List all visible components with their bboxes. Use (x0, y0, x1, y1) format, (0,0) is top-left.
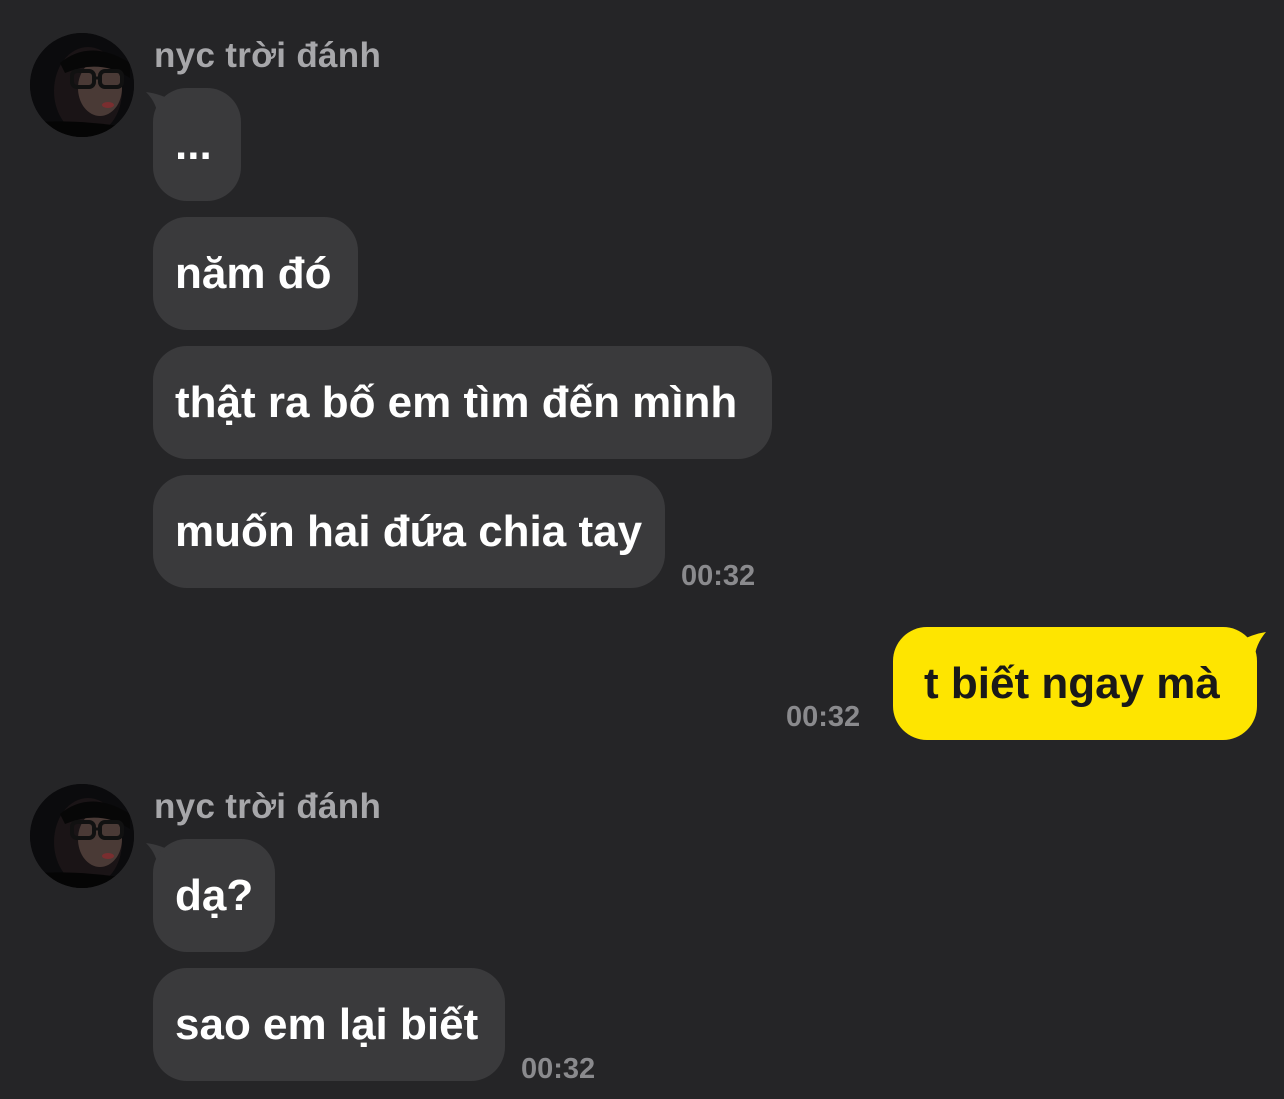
incoming-message-bubble[interactable]: ... (153, 88, 241, 201)
incoming-message-bubble[interactable]: muốn hai đứa chia tay (153, 475, 665, 588)
incoming-message-bubble[interactable]: thật ra bố em tìm đến mình (153, 346, 772, 459)
bubble-tail (1234, 632, 1266, 664)
chat-screen: nyc trời đánh ... năm đó thật ra bố em t… (0, 0, 1284, 1099)
sender-avatar[interactable] (30, 33, 134, 137)
sender-name: nyc trời đánh (154, 36, 382, 75)
sender-avatar[interactable] (30, 784, 134, 888)
outgoing-message-bubble[interactable]: t biết ngay mà (893, 627, 1257, 740)
sender-name: nyc trời đánh (154, 787, 382, 826)
avatar-photo (30, 33, 134, 137)
message-timestamp: 00:32 (521, 1053, 596, 1085)
message-timestamp: 00:32 (681, 560, 756, 592)
incoming-message-bubble[interactable]: sao em lại biết (153, 968, 505, 1081)
avatar-photo (30, 784, 134, 888)
incoming-message-bubble[interactable]: năm đó (153, 217, 358, 330)
message-timestamp: 00:32 (786, 701, 861, 733)
incoming-message-bubble[interactable]: dạ? (153, 839, 275, 952)
